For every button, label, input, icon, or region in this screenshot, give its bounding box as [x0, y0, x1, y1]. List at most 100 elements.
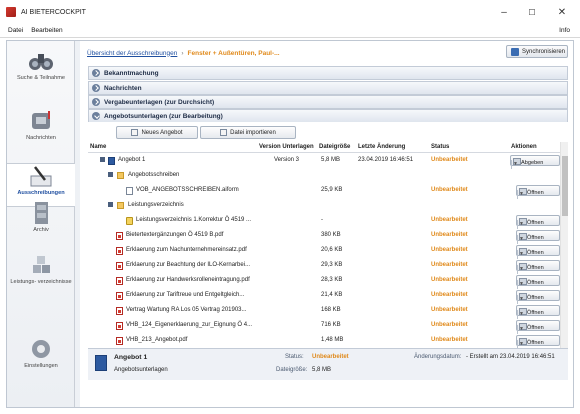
cell-status: Unbearbeitet [431, 217, 468, 223]
new-offer-button[interactable]: Neues Angebot [116, 126, 198, 139]
sidebar-item-settings[interactable]: Einstellungen [7, 337, 75, 381]
details-subtitle: Angebotsunterlagen [114, 367, 168, 373]
cell-size: 28,3 KB [321, 277, 343, 283]
table-row[interactable]: Leistungsverzeichnis [88, 198, 568, 213]
cell-version: Version 3 [274, 157, 300, 163]
open-button[interactable]: Öffnen ▼ [516, 275, 560, 289]
column-header-changed[interactable]: Letzte Änderung [358, 144, 405, 150]
open-button[interactable]: Öffnen ▼ [516, 290, 560, 304]
open-button[interactable]: Öffnen ▼ [516, 185, 560, 199]
cell-size: 29,3 KB [321, 262, 343, 268]
cubes-icon [33, 256, 50, 273]
breadcrumb-current: Fenster + Außentüren, Paul-... [187, 49, 280, 57]
details-status-label: Status: [285, 354, 304, 360]
open-button[interactable]: Öffnen ▼ [516, 230, 560, 244]
expand-icon[interactable] [100, 157, 105, 162]
open-button[interactable]: Öffnen ▼ [516, 245, 560, 259]
close-button[interactable]: ✕ [548, 0, 576, 24]
new-offer-label: Neues Angebot [141, 129, 183, 136]
section-offer-documents[interactable]: Angebotsunterlagen (zur Bearbeitung) [88, 109, 568, 123]
folder-icon [117, 202, 124, 209]
open-button[interactable]: Öffnen ▼ [516, 305, 560, 319]
table-row[interactable]: Angebotsschreiben [88, 168, 568, 183]
details-changed-label: Änderungsdatum: [414, 354, 462, 360]
sidebar-item-messages[interactable]: Nachrichten [7, 109, 75, 153]
menu-bearbeiten[interactable]: Bearbeiten [31, 27, 62, 34]
table-row[interactable]: VHB_124_Eigenerklaerung_zur_Eignung Ö 4.… [88, 318, 568, 334]
column-header-status[interactable]: Status [431, 144, 449, 150]
vertical-scrollbar[interactable] [560, 142, 568, 348]
sidebar-item-label: Suche & Teilnahme [16, 75, 66, 81]
cell-size: 380 KB [321, 232, 341, 238]
cell-name: Leistungsverzeichnis [128, 202, 184, 208]
open-button[interactable]: Öffnen ▼ [516, 260, 560, 274]
synchronize-button[interactable]: Synchronisieren [506, 45, 568, 58]
cell-size: 1,48 MB [321, 337, 344, 343]
table-row[interactable]: Vertrag Wartung RA Los 05 Vertrag 201903… [88, 303, 568, 319]
column-header-actions[interactable]: Aktionen [511, 144, 537, 150]
table-row[interactable]: Erklaerung zur Beachtung der ILO-Kernarb… [88, 258, 568, 274]
cell-status: Unbearbeitet [431, 232, 468, 238]
cell-name: Erklaerung zum Nachunternehmereinsatz.pd… [126, 247, 247, 253]
section-label: Angebotsunterlagen (zur Bearbeitung) [104, 112, 223, 120]
sidebar-item-label: Archiv [33, 227, 49, 233]
column-header-size[interactable]: Dateigröße [319, 144, 350, 150]
expand-icon[interactable] [108, 172, 113, 177]
import-icon [220, 129, 228, 136]
section-messages[interactable]: Nachrichten [88, 81, 568, 95]
open-button[interactable]: Öffnen ▼ [516, 335, 560, 349]
grid-header: Name Version Unterlagen Dateigröße Letzt… [88, 142, 568, 153]
cell-status: Unbearbeitet [431, 322, 468, 328]
section-announcement[interactable]: Bekanntmachung [88, 66, 568, 80]
cell-size: 168 KB [321, 307, 341, 313]
cell-size: 25,9 KB [321, 187, 343, 193]
cell-status: Unbearbeitet [431, 157, 468, 163]
open-button[interactable]: Öffnen ▼ [516, 320, 560, 334]
sidebar-item-archive[interactable]: Archiv [7, 201, 75, 245]
table-row[interactable]: Erklaerung zum Nachunternehmereinsatz.pd… [88, 243, 568, 259]
pdf-icon [116, 247, 123, 255]
menu-datei[interactable]: Datei [8, 27, 23, 34]
expand-icon[interactable] [108, 202, 113, 207]
service-list-icon [126, 217, 133, 225]
cell-status: Unbearbeitet [431, 292, 468, 298]
minimize-button[interactable]: – [490, 0, 518, 24]
sidebar-item-label: Leistungs- verzeichnisse [10, 279, 72, 285]
maximize-button[interactable]: ☐ [518, 0, 546, 24]
cell-status: Unbearbeitet [431, 262, 468, 268]
details-size-value: 5,8 MB [312, 367, 332, 373]
column-header-name[interactable]: Name [90, 144, 106, 150]
table-row[interactable]: Bietertextergänzungen Ö 4519 B.pdf 380 K… [88, 228, 568, 244]
column-header-version[interactable]: Version Unterlagen [259, 144, 314, 150]
table-row[interactable]: VOB_ANGEBOTSSCHREIBEN.aiform 25,9 KB Unb… [88, 183, 568, 199]
import-file-button[interactable]: Datei importieren [200, 126, 296, 139]
cell-name: VHB_124_Eigenerklaerung_zur_Eignung Ö 4.… [126, 322, 253, 328]
table-row[interactable]: VHB_213_Angebot.pdf 1,48 MB Unbearbeitet… [88, 333, 568, 349]
app-logo-icon [6, 7, 16, 17]
menu-info[interactable]: Info [559, 27, 570, 34]
form-document-icon [126, 187, 133, 195]
pdf-icon [116, 307, 123, 315]
cell-size: - [321, 217, 323, 223]
table-row[interactable]: Erklaerung zur Tariftreue und Entgeltgle… [88, 288, 568, 304]
details-title: Angebot 1 [114, 354, 148, 361]
table-row[interactable]: Erklaerung zur Handwerksrolleneintragung… [88, 273, 568, 289]
open-button[interactable]: Öffnen ▼ [516, 215, 560, 229]
mailbox-icon [32, 111, 50, 129]
sidebar: Suche & Teilnahme Nachrichten Ausschreib… [7, 41, 75, 407]
scrollbar-thumb[interactable] [562, 156, 568, 216]
cell-size: 21,4 KB [321, 292, 343, 298]
table-row[interactable]: Angebot 1 Version 3 5,8 MB 23.04.2019 16… [88, 153, 568, 169]
sidebar-item-service-lists[interactable]: Leistungs- verzeichnisse [7, 253, 75, 297]
section-tender-documents[interactable]: Vergabeunterlagen (zur Durchsicht) [88, 95, 568, 109]
sidebar-item-search[interactable]: Suche & Teilnahme [7, 49, 75, 93]
submit-button[interactable]: Abgeben ▼ [510, 155, 560, 169]
offer-book-icon [108, 157, 115, 165]
chevron-right-icon [92, 84, 100, 92]
cell-size: 716 KB [321, 322, 341, 328]
breadcrumb-link-overview[interactable]: Übersicht der Ausschreibungen [87, 50, 177, 57]
section-label: Vergabeunterlagen (zur Durchsicht) [104, 98, 215, 106]
cell-name: Angebotsschreiben [128, 172, 180, 178]
cell-status: Unbearbeitet [431, 307, 468, 313]
table-row[interactable]: Leistungsverzeichnis 1.Korrektur Ö 4519 … [88, 213, 568, 229]
